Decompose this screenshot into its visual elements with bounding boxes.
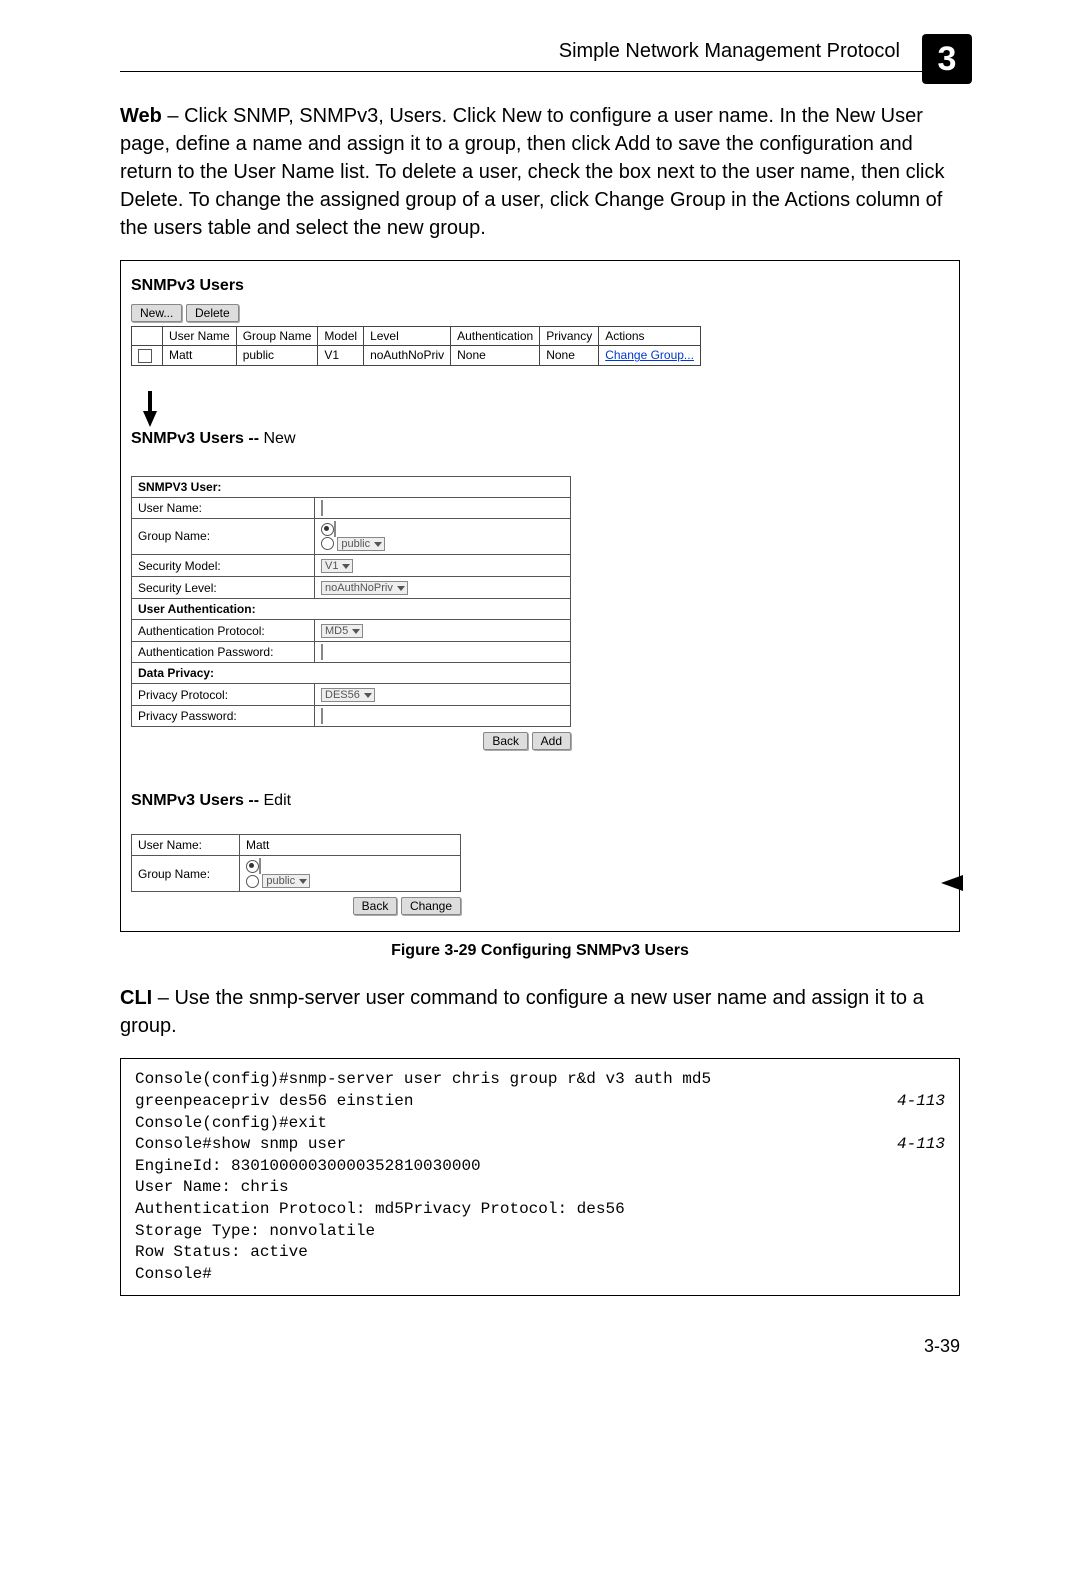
- users-table: User Name Group Name Model Level Authent…: [131, 326, 701, 366]
- label-username: User Name:: [132, 497, 315, 518]
- edit-username-value: Matt: [240, 835, 461, 856]
- cli-l6: User Name: chris: [135, 1178, 289, 1196]
- header-rule: [120, 71, 960, 72]
- cli-l10: Console#: [135, 1265, 212, 1283]
- cli-output-box: Console(config)#snmp-server user chris g…: [120, 1058, 960, 1296]
- snmpv3-user-header: SNMPV3 User:: [132, 476, 571, 497]
- edit-back-button[interactable]: Back: [353, 897, 398, 915]
- new-title-b: New: [264, 430, 296, 447]
- users-table-header-row: User Name Group Name Model Level Authent…: [132, 327, 701, 346]
- delete-button[interactable]: Delete: [186, 304, 239, 322]
- authproto-select[interactable]: MD5: [321, 624, 363, 638]
- col-model: Model: [318, 327, 364, 346]
- new-section-title: SNMPv3 Users -- New: [131, 430, 949, 448]
- cli-lead: CLI: [120, 987, 152, 1009]
- label-secmodel: Security Model:: [132, 555, 315, 577]
- data-privacy-header: Data Privacy:: [132, 663, 571, 684]
- col-auth: Authentication: [451, 327, 540, 346]
- table-row: Matt public V1 noAuthNoPriv None None Ch…: [132, 346, 701, 366]
- label-seclevel: Security Level:: [132, 577, 315, 599]
- cli-l1: Console(config)#snmp-server user chris g…: [135, 1070, 711, 1088]
- col-username: User Name: [163, 327, 237, 346]
- chapter-badge: 3: [922, 34, 972, 84]
- label-privpwd: Privacy Password:: [132, 706, 315, 727]
- cli-ref1: 4-113: [897, 1091, 945, 1113]
- cli-paragraph: CLI – Use the snmp-server user command t…: [120, 984, 960, 1040]
- col-level: Level: [364, 327, 451, 346]
- edit-title-a: SNMPv3 Users --: [131, 792, 264, 809]
- username-input[interactable]: [321, 500, 323, 516]
- group-select[interactable]: public: [337, 537, 385, 551]
- cli-ref2: 4-113: [897, 1134, 945, 1156]
- cell-auth: None: [451, 346, 540, 366]
- edit-label-username: User Name:: [132, 835, 240, 856]
- cell-level: noAuthNoPriv: [364, 346, 451, 366]
- col-groupname: Group Name: [236, 327, 318, 346]
- page-number: 3-39: [120, 1336, 960, 1357]
- cli-l5: EngineId: 83010000030000352810030000: [135, 1157, 481, 1175]
- label-authproto: Authentication Protocol:: [132, 620, 315, 642]
- cli-body: – Use the snmp-server user command to co…: [120, 987, 924, 1037]
- new-button[interactable]: New...: [131, 304, 182, 322]
- authpwd-input[interactable]: [321, 644, 323, 660]
- right-arrow-icon: [941, 875, 963, 891]
- back-button[interactable]: Back: [483, 732, 528, 750]
- web-paragraph: Web – Click SNMP, SNMPv3, Users. Click N…: [120, 102, 960, 242]
- cli-l2: greenpeacepriv des56 einstien: [135, 1092, 413, 1110]
- edit-group-radio-select[interactable]: [246, 875, 259, 888]
- row-checkbox[interactable]: [138, 349, 152, 363]
- figure-caption: Figure 3-29 Configuring SNMPv3 Users: [120, 942, 960, 960]
- privproto-select[interactable]: DES56: [321, 688, 375, 702]
- label-privproto: Privacy Protocol:: [132, 684, 315, 706]
- edit-group-custom-input[interactable]: [259, 858, 261, 874]
- new-user-form: SNMPV3 User: User Name: Group Name: publ…: [131, 476, 571, 727]
- web-lead: Web: [120, 105, 162, 127]
- privpwd-input[interactable]: [321, 708, 323, 724]
- cell-user: Matt: [163, 346, 237, 366]
- cell-priv: None: [540, 346, 599, 366]
- cli-l8: Storage Type: nonvolatile: [135, 1222, 375, 1240]
- edit-label-groupname: Group Name:: [132, 856, 240, 892]
- page-header-title: Simple Network Management Protocol: [120, 40, 960, 63]
- figure-box: SNMPv3 Users New... Delete User Name Gro…: [120, 260, 960, 932]
- edit-change-button[interactable]: Change: [401, 897, 461, 915]
- add-button[interactable]: Add: [532, 732, 571, 750]
- label-authpwd: Authentication Password:: [132, 642, 315, 663]
- cli-l3: Console(config)#exit: [135, 1114, 327, 1132]
- cli-l4: Console#show snmp user: [135, 1135, 346, 1153]
- group-custom-input[interactable]: [334, 521, 336, 537]
- new-title-a: SNMPv3 Users --: [131, 430, 264, 447]
- change-group-link[interactable]: Change Group...: [605, 348, 694, 362]
- col-priv: Privancy: [540, 327, 599, 346]
- seclevel-select[interactable]: noAuthNoPriv: [321, 581, 408, 595]
- users-section-title: SNMPv3 Users: [131, 277, 949, 295]
- edit-group-select[interactable]: public: [262, 874, 310, 888]
- edit-group-radio-custom[interactable]: [246, 860, 259, 873]
- secmodel-select[interactable]: V1: [321, 559, 353, 573]
- group-radio-select[interactable]: [321, 537, 334, 550]
- web-body: – Click SNMP, SNMPv3, Users. Click New t…: [120, 105, 945, 239]
- edit-title-b: Edit: [264, 792, 292, 809]
- edit-section-title: SNMPv3 Users -- Edit: [131, 792, 949, 810]
- edit-user-form: User Name: Matt Group Name: public: [131, 834, 461, 892]
- group-radio-custom[interactable]: [321, 523, 334, 536]
- cursor-arrow-icon: [143, 411, 157, 427]
- col-actions: Actions: [599, 327, 701, 346]
- label-groupname: Group Name:: [132, 518, 315, 554]
- cli-l9: Row Status: active: [135, 1243, 308, 1261]
- cli-l7: Authentication Protocol: md5Privacy Prot…: [135, 1200, 625, 1218]
- cell-group: public: [236, 346, 318, 366]
- cell-model: V1: [318, 346, 364, 366]
- user-auth-header: User Authentication:: [132, 599, 571, 620]
